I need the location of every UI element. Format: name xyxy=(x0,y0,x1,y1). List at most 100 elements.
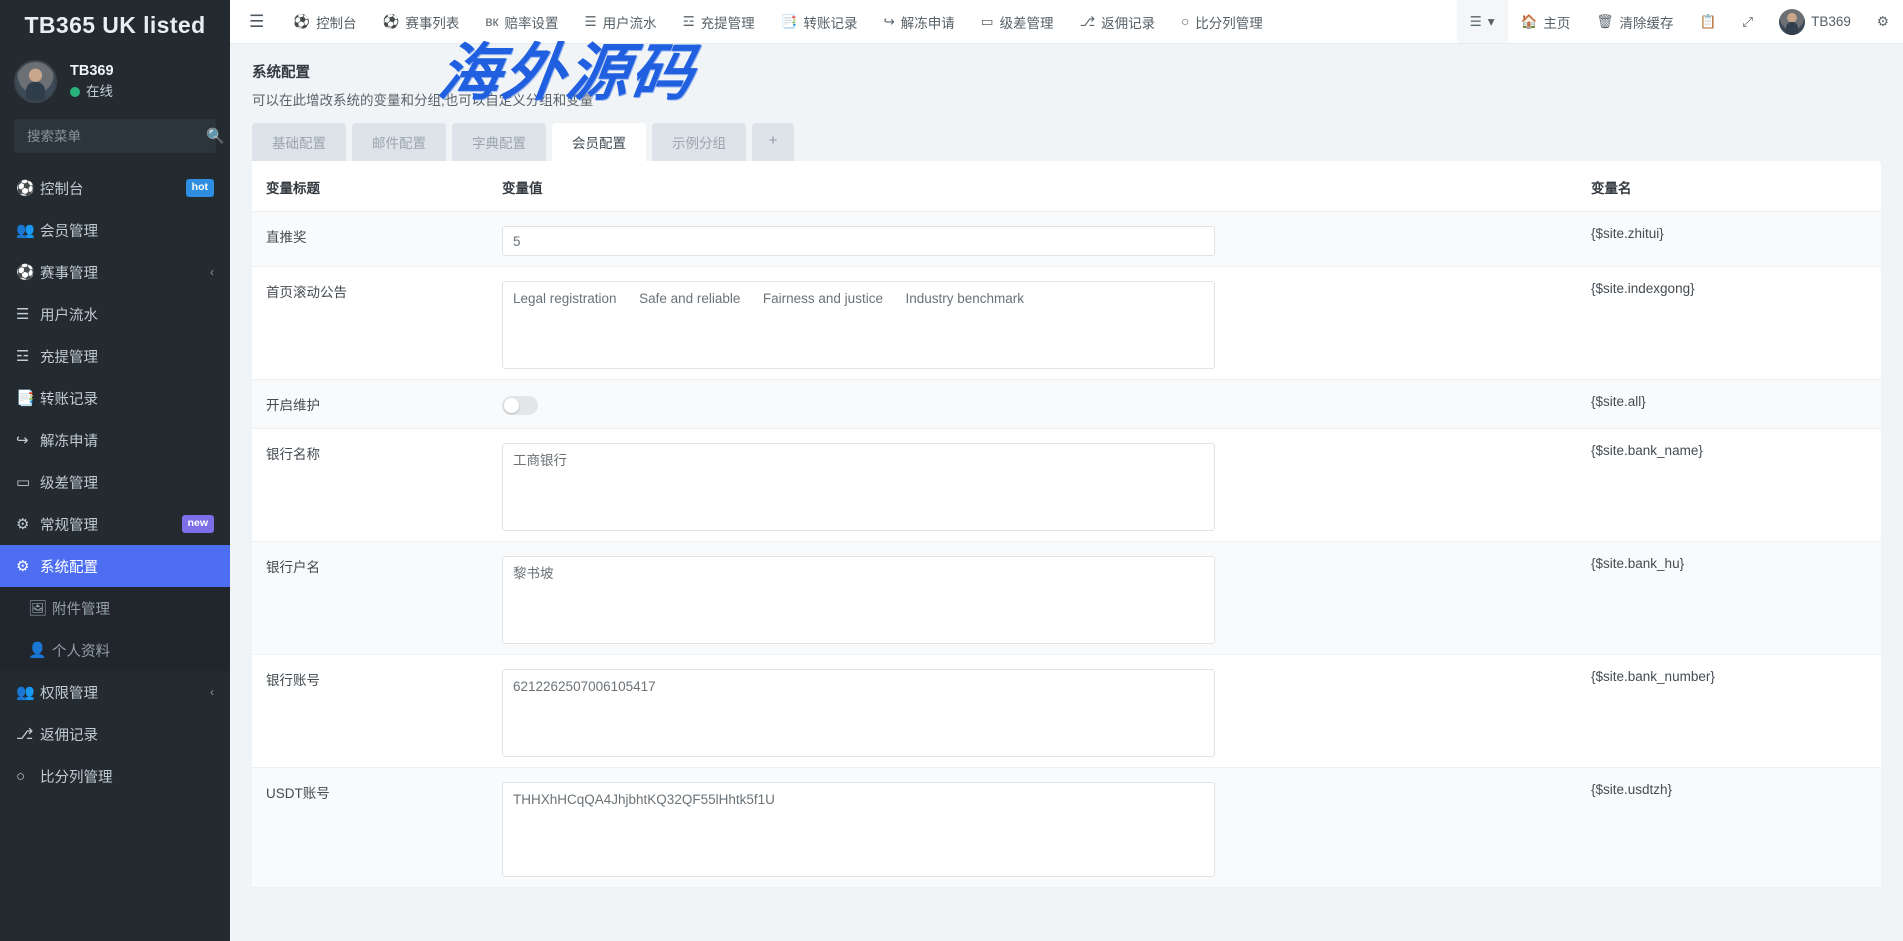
rebate-icon: ⎇ xyxy=(1080,14,1096,30)
user-status-label: 在线 xyxy=(86,82,113,102)
home-button[interactable]: 🏠 主页 xyxy=(1508,0,1584,44)
row-value-cell xyxy=(502,768,1581,888)
header-variable-name: 变量名 xyxy=(1581,161,1881,212)
app-root: TB365 UK listed TB369 在线 🔍 ⚽控制台hot👥会员管理⚽… xyxy=(0,0,1903,941)
tab-4[interactable]: 示例分组 xyxy=(652,123,746,161)
sidebar-item-7[interactable]: ▭级差管理 xyxy=(0,461,230,503)
topnav-item-label: 用户流水 xyxy=(603,12,657,32)
value-textarea[interactable] xyxy=(502,782,1215,877)
circle-icon: ○ xyxy=(1181,14,1189,29)
chevron-left-icon: ‹ xyxy=(210,685,214,699)
add-tab-button[interactable]: + xyxy=(752,123,794,161)
value-textarea[interactable] xyxy=(502,281,1215,369)
window-icon: ▭ xyxy=(981,14,994,30)
sidebar-item-4[interactable]: ☲充提管理 xyxy=(0,335,230,377)
dashboard-icon: ⚽ xyxy=(16,179,40,197)
sidebar-item-10[interactable]: 🖼附件管理 xyxy=(0,587,230,629)
list-icon: ☰ xyxy=(584,14,596,30)
sidebar-item-11[interactable]: 👤个人资料 xyxy=(0,629,230,671)
value-textarea[interactable] xyxy=(502,443,1215,531)
fullscreen-button[interactable]: ⤢ xyxy=(1729,0,1766,44)
topnav-item-1[interactable]: ⚽赛事列表 xyxy=(370,0,473,44)
topnav-item-4[interactable]: ☲充提管理 xyxy=(670,0,768,44)
top-navbar: ☰ ⚽控制台⚽赛事列表вк赔率设置 ☰ 用户流水 ☲充提管理 📑 转账记录 ↪解冻申请▭级差… xyxy=(230,0,1903,44)
search-box[interactable]: 🔍 xyxy=(14,119,216,153)
menu-list-dropdown[interactable]: ☰ ▾ xyxy=(1457,0,1508,44)
sidebar-item-14[interactable]: ○比分列管理 xyxy=(0,755,230,797)
sidebar-item-label: 级差管理 xyxy=(40,472,214,493)
row-title: 银行账号 xyxy=(252,655,502,768)
page-content: 系统配置 可以在此增改系统的变量和分组,也可以自定义分组和变量 基础配置邮件配置… xyxy=(230,44,1903,941)
config-table-body: 直推奖{$site.zhitui}首页滚动公告{$site.indexgong}… xyxy=(252,212,1881,888)
clear-cache-label: 清除缓存 xyxy=(1619,12,1673,32)
tab-1[interactable]: 邮件配置 xyxy=(352,123,446,161)
row-title: 银行户名 xyxy=(252,542,502,655)
sidebar-item-6[interactable]: ↪解冻申请 xyxy=(0,419,230,461)
search-input[interactable] xyxy=(25,128,206,145)
maintenance-toggle[interactable] xyxy=(502,396,538,415)
row-variable-name: {$site.bank_number} xyxy=(1581,655,1881,768)
user-status: 在线 xyxy=(70,82,114,102)
user-icon: 👤 xyxy=(28,641,52,659)
topnav-item-6[interactable]: ↪解冻申请 xyxy=(870,0,967,44)
topnav-item-2[interactable]: вк赔率设置 xyxy=(472,0,571,44)
value-textarea[interactable] xyxy=(502,669,1215,757)
sidebar-item-12[interactable]: 👥权限管理‹ xyxy=(0,671,230,713)
soccer-icon: ⚽ xyxy=(383,14,400,30)
value-textarea[interactable] xyxy=(502,556,1215,644)
gears-icon: ⚙ xyxy=(16,515,40,533)
topnav-item-3[interactable]: ☰ 用户流水 xyxy=(571,0,669,44)
header-variable-title: 变量标题 xyxy=(252,161,502,212)
sidebar-item-0[interactable]: ⚽控制台hot xyxy=(0,167,230,209)
avatar xyxy=(14,60,57,103)
sidebar-item-label: 赛事管理 xyxy=(40,262,210,283)
page-header: 系统配置 可以在此增改系统的变量和分组,也可以自定义分组和变量 xyxy=(230,44,1903,109)
tab-3[interactable]: 会员配置 xyxy=(552,123,646,161)
topnav-item-5[interactable]: 📑 转账记录 xyxy=(768,0,871,44)
sidebar-item-9[interactable]: ⚙系统配置 xyxy=(0,545,230,587)
circle-icon: ○ xyxy=(16,768,40,785)
sidebar-item-8[interactable]: ⚙常规管理new xyxy=(0,503,230,545)
value-input[interactable] xyxy=(502,226,1215,256)
header-variable-value: 变量值 xyxy=(502,161,1581,212)
row-value-cell xyxy=(502,212,1581,267)
sidebar-item-label: 返佣记录 xyxy=(40,724,214,745)
sidebar-item-label: 用户流水 xyxy=(40,304,214,325)
sidebar-item-1[interactable]: 👥会员管理 xyxy=(0,209,230,251)
topnav-item-7[interactable]: ▭级差管理 xyxy=(968,0,1067,44)
topnav-item-label: 赔率设置 xyxy=(504,12,558,32)
sidebar-item-13[interactable]: ⎇返佣记录 xyxy=(0,713,230,755)
topnav-item-9[interactable]: ○比分列管理 xyxy=(1168,0,1276,44)
sidebar-item-label: 权限管理 xyxy=(40,682,210,703)
copy-button[interactable]: 📋 xyxy=(1686,0,1729,44)
sidebar-toggle-button[interactable]: ☰ xyxy=(230,0,280,44)
sidebar-user[interactable]: TB369 在线 xyxy=(0,50,230,113)
brand-title: TB365 UK listed xyxy=(0,0,230,50)
transfer-icon: 📑 xyxy=(781,14,798,30)
sidebar-item-3[interactable]: ☰用户流水 xyxy=(0,293,230,335)
sidebar-item-badge: new xyxy=(182,515,214,533)
table-row: 银行户名{$site.bank_hu} xyxy=(252,542,1881,655)
sidebar-item-label: 会员管理 xyxy=(40,220,214,241)
topnav-item-8[interactable]: ⎇返佣记录 xyxy=(1067,0,1169,44)
gear-icon: ⚙ xyxy=(16,557,40,575)
rebate-icon: ⎇ xyxy=(16,725,40,743)
user-name: TB369 xyxy=(70,61,114,82)
tab-0[interactable]: 基础配置 xyxy=(252,123,346,161)
sidebar-item-label: 个人资料 xyxy=(52,640,214,661)
tab-2[interactable]: 字典配置 xyxy=(452,123,546,161)
online-dot-icon xyxy=(70,87,80,97)
account-menu[interactable]: TB369 xyxy=(1766,0,1864,44)
topnav-item-0[interactable]: ⚽控制台 xyxy=(280,0,369,44)
image-icon: 🖼 xyxy=(28,599,52,617)
top-nav-items: ⚽控制台⚽赛事列表вк赔率设置 ☰ 用户流水 ☲充提管理 📑 转账记录 ↪解冻申请▭级差管理… xyxy=(280,0,1276,44)
sidebar-item-2[interactable]: ⚽赛事管理‹ xyxy=(0,251,230,293)
sidebar-item-5[interactable]: 📑转账记录 xyxy=(0,377,230,419)
topnav-item-label: 转账记录 xyxy=(803,12,857,32)
users-icon: 👥 xyxy=(16,221,40,239)
search-icon[interactable]: 🔍 xyxy=(206,127,225,145)
sidebar-item-label: 解冻申请 xyxy=(40,430,214,451)
settings-button[interactable]: ⚙ xyxy=(1864,0,1903,44)
row-value-cell xyxy=(502,429,1581,542)
clear-cache-button[interactable]: 🗑 清除缓存 xyxy=(1583,0,1686,44)
